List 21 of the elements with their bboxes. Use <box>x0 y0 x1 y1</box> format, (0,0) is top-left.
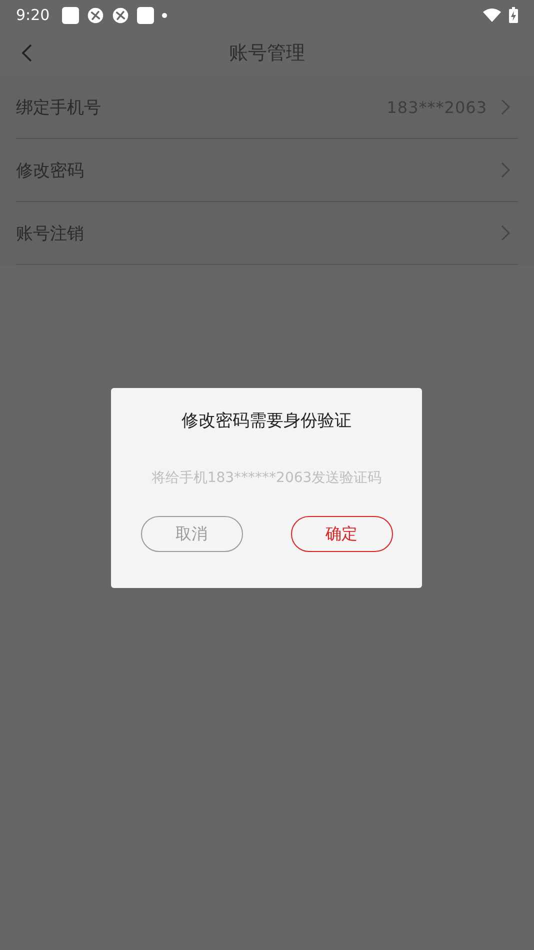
battery-icon <box>509 7 518 23</box>
settings-row[interactable]: 修改密码 <box>16 139 518 202</box>
confirm-button[interactable]: 确定 <box>290 516 392 552</box>
setting-label: 账号注销 <box>16 222 85 244</box>
notification-icon <box>136 6 154 24</box>
setting-label: 修改密码 <box>16 160 85 182</box>
chevron-icon <box>501 225 510 241</box>
chevron-icon <box>501 99 510 115</box>
more-notifications-icon <box>162 12 167 18</box>
notification-icon <box>62 6 79 24</box>
notification-icon <box>86 6 104 24</box>
setting-label: 绑定手机号 <box>16 96 102 118</box>
chevron-icon <box>501 162 510 178</box>
settings-row[interactable]: 账号注销 <box>16 202 518 265</box>
page-title: 账号管理 <box>229 41 305 66</box>
status-time: 9:20 <box>16 6 50 24</box>
dialog-title: 修改密码需要身份验证 <box>182 410 352 432</box>
wifi-icon <box>483 8 501 22</box>
cancel-button[interactable]: 取消 <box>140 516 242 552</box>
back-icon[interactable] <box>20 43 34 63</box>
notification-icon <box>112 6 129 24</box>
